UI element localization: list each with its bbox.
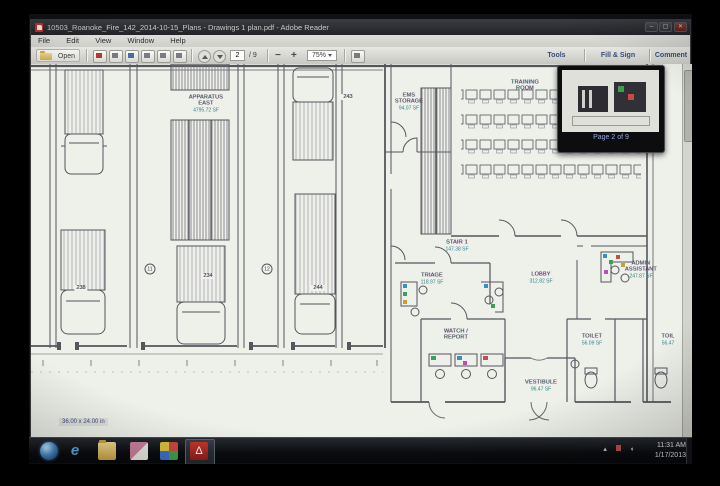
close-button[interactable]: ✕ [674,22,687,32]
save-icon[interactable] [93,50,107,63]
toolbar-separator [267,49,268,62]
start-orb[interactable] [40,442,58,460]
zoom-out-button[interactable]: − [275,49,281,62]
stair-hatch [420,87,452,235]
vertical-scrollbar[interactable] [682,64,692,438]
page-number-input[interactable] [230,50,245,61]
arrow-up-icon [201,54,208,59]
page-popup-label: Page 2 of 9 [593,134,629,141]
triage-area [395,246,491,317]
adobe-reader-window: 10503_Roanoke_Fire_142_2014-10-15_Plans … [30,19,692,438]
menu-file[interactable]: File [31,35,57,47]
truck-bay-234 [176,245,226,345]
truck-bay-243 [292,67,334,161]
menu-window[interactable]: Window [120,35,161,47]
system-tray: ▴ ◖ [596,445,634,453]
clock-date: 1/17/2013 [654,452,686,459]
windows-explorer-icon[interactable] [98,440,116,460]
menu-view[interactable]: View [88,35,118,47]
truck-bay-241 [61,69,107,175]
minimize-button[interactable]: – [645,22,658,32]
open-button[interactable]: Open [36,49,80,62]
window-title: 10503_Roanoke_Fire_142_2014-10-15_Plans … [47,23,329,32]
clock[interactable]: 11:31 AM 1/17/2013 [655,441,686,461]
fill-sign-button[interactable]: Fill & Sign [589,49,647,62]
clock-time: 11:31 AM [656,442,686,449]
admin-area [576,245,647,319]
truck-bay-244 [294,193,336,335]
title-bar[interactable]: 10503_Roanoke_Fire_142_2014-10-15_Plans … [31,20,690,35]
watch-report-area [420,302,506,402]
page-size-indicator: 36.00 x 24.00 in [59,418,108,426]
open-folder-icon [40,51,52,60]
page-scroll-popup: Page 2 of 9 [557,65,665,153]
reception-desk [481,281,504,313]
room-number-234: 234 [201,273,215,279]
previous-page-button[interactable] [198,50,211,63]
comment-button[interactable]: Comment [651,49,691,62]
document-canvas[interactable]: APPARATUS EAST 4795.72 SF EMS STORAGE 94… [31,64,682,438]
thumbnail-detail [589,90,592,108]
arrow-down-icon [216,54,223,59]
toolbar-separator [649,49,650,62]
photo-app-icon[interactable] [160,442,178,460]
chevron-down-icon [328,53,332,57]
page-thumbnail [562,70,659,132]
create-pdf-icon[interactable] [109,50,123,63]
media-app-icon[interactable] [130,442,148,460]
page-total-label: / 9 [249,52,257,59]
thumbnail-detail [618,86,624,92]
zoom-level-dropdown[interactable]: 75% [307,50,337,61]
internet-explorer-icon[interactable]: e [66,442,84,460]
action-center-icon[interactable] [615,445,621,451]
thumbnail-detail [582,90,585,108]
toolbar-separator [584,49,585,62]
stamp-icon[interactable] [141,50,155,63]
next-page-button[interactable] [213,50,226,63]
grid-bubble-11: 11 [144,263,156,275]
email-icon[interactable] [173,50,187,63]
apparatus-east-equipment [170,64,230,241]
open-label: Open [57,53,75,60]
maximize-button[interactable]: ▢ [659,22,672,32]
toolbar-separator [191,49,192,62]
taskbar: e Δ ▴ ◖ 11:31 AM 1/17/2013 [29,437,692,464]
toolbar-separator [86,49,87,62]
menu-help[interactable]: Help [163,35,192,47]
tools-button[interactable]: Tools [534,49,579,62]
zoom-level-value: 75% [311,52,326,59]
grid-bubble-12: 12 [261,263,273,275]
room-number-238: 238 [74,285,88,291]
captured-screen: 10503_Roanoke_Fire_142_2014-10-15_Plans … [29,14,692,464]
hidden-icons-chevron[interactable]: ▴ [603,446,607,453]
room-number-244: 244 [311,285,325,291]
pdf-file-icon [35,23,43,32]
print-icon[interactable] [157,50,171,63]
show-desktop-button[interactable] [686,438,692,464]
zoom-in-button[interactable]: + [291,49,297,62]
scrollbar-thumb[interactable] [684,70,692,142]
toolbar: Open / 9 − + 75% Tools Fill & Sign Comm [31,47,690,65]
truck-bay-238 [60,229,106,335]
thumbnail-detail [572,116,650,126]
volume-icon[interactable]: ◖ [630,446,634,453]
sign-icon[interactable] [125,50,139,63]
thumbnail-detail [628,94,634,100]
room-number-243: 243 [341,94,355,100]
menu-edit[interactable]: Edit [59,35,86,47]
page-fit-icon[interactable] [351,50,365,63]
adobe-reader-icon[interactable]: Δ [190,442,208,460]
toolbar-separator [344,49,345,62]
